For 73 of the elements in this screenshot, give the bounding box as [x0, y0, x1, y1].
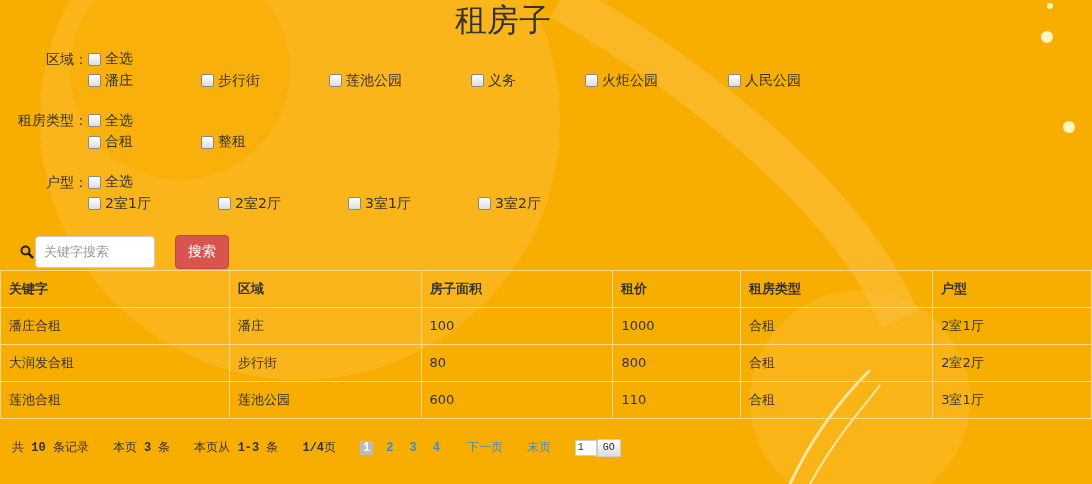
checkbox[interactable] — [471, 74, 484, 87]
table-cell: 2室2厅 — [932, 344, 1092, 381]
filter-label: 区域： — [45, 50, 88, 69]
table-cell: 80 — [421, 344, 613, 381]
table-cell: 潘庄 — [229, 307, 422, 344]
checkbox-label: 3室2厅 — [495, 194, 541, 213]
checkbox[interactable] — [348, 197, 361, 210]
page-number[interactable]: 2 — [383, 440, 397, 455]
column-header: 租价 — [612, 270, 741, 307]
page-number[interactable]: 1 — [360, 440, 374, 455]
page-title: 租房子 — [454, 0, 552, 40]
page-number[interactable]: 3 — [406, 440, 420, 455]
filter-label: 租房类型： — [17, 112, 88, 131]
table-cell: 800 — [612, 344, 741, 381]
column-header: 房子面积 — [421, 270, 613, 307]
checkbox[interactable] — [88, 135, 101, 149]
table-cell: 莲池合租 — [0, 381, 230, 418]
checkbox-label: 人民公园 — [745, 71, 801, 90]
search-button[interactable]: 搜索 — [175, 234, 229, 269]
pagination-info: 1/4页 — [302, 440, 337, 456]
table-cell: 600 — [421, 381, 613, 418]
table-cell: 大润发合租 — [0, 344, 230, 381]
pagination-info: 本页从 1-3 条 — [194, 440, 279, 456]
checkbox-label: 全选 — [105, 111, 133, 130]
table-cell: 100 — [421, 307, 613, 344]
checkbox-label: 莲池公园 — [346, 71, 402, 90]
next-page-link[interactable]: 下一页 — [466, 439, 503, 456]
checkbox-label: 整租 — [218, 133, 246, 151]
table-cell: 步行街 — [229, 344, 422, 381]
checkbox-label: 义务 — [488, 71, 516, 90]
column-header: 户型 — [932, 270, 1092, 307]
checkbox-label: 火炬公园 — [602, 71, 658, 90]
checkbox[interactable] — [585, 74, 598, 87]
checkbox[interactable] — [329, 74, 342, 87]
checkbox[interactable] — [88, 74, 101, 87]
table-cell: 3室1厅 — [932, 381, 1092, 418]
checkbox[interactable] — [728, 74, 741, 87]
table-cell: 潘庄合租 — [0, 307, 230, 344]
checkbox[interactable] — [218, 197, 231, 210]
checkbox-label: 2室2厅 — [235, 194, 281, 213]
page-input[interactable]: 1 — [574, 439, 597, 456]
page-number[interactable]: 4 — [429, 440, 443, 455]
checkbox-label: 合租 — [105, 133, 133, 151]
table-cell: 1000 — [612, 307, 741, 344]
column-header: 关键字 — [0, 270, 230, 307]
checkbox[interactable] — [88, 197, 101, 210]
checkbox[interactable] — [88, 175, 101, 189]
table-cell: 合租 — [740, 381, 933, 418]
table-cell: 2室1厅 — [932, 307, 1092, 344]
table-cell: 合租 — [740, 344, 933, 381]
pagination-info: 共 10 条记录 — [12, 440, 89, 456]
checkbox-label: 全选 — [105, 50, 133, 68]
last-page-link[interactable]: 末页 — [526, 439, 551, 456]
checkbox-label: 2室1厅 — [105, 194, 151, 213]
column-header: 租房类型 — [740, 270, 933, 307]
search-icon — [20, 244, 34, 259]
checkbox[interactable] — [88, 52, 101, 66]
checkbox-label: 全选 — [105, 173, 133, 191]
checkbox-label: 潘庄 — [105, 71, 133, 90]
checkbox[interactable] — [201, 74, 214, 87]
table-cell: 莲池公园 — [229, 381, 422, 418]
table-cell: 合租 — [740, 307, 933, 344]
pagination-info: 本页 3 条 — [112, 440, 171, 456]
checkbox[interactable] — [88, 114, 101, 127]
search-field[interactable]: 关键字搜索 — [35, 235, 155, 268]
checkbox-label: 3室1厅 — [365, 194, 411, 213]
checkbox[interactable] — [478, 197, 491, 210]
table-cell: 110 — [612, 381, 741, 418]
column-header: 区域 — [229, 270, 422, 307]
checkbox-label: 步行街 — [218, 71, 260, 90]
checkbox[interactable] — [201, 135, 214, 149]
filter-label: 户型： — [45, 173, 88, 192]
go-button[interactable]: GO — [596, 438, 621, 457]
